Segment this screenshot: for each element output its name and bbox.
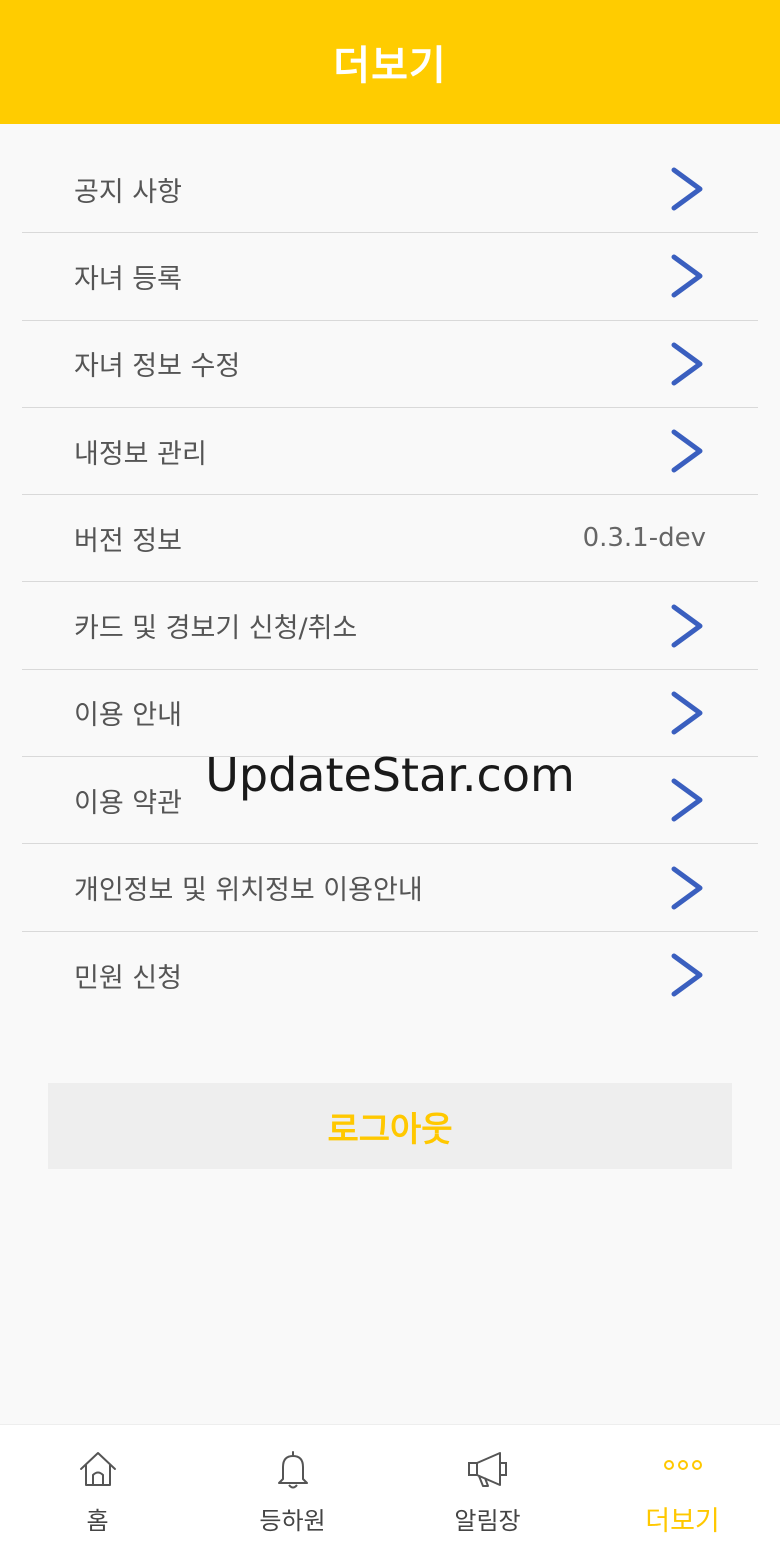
chevron-right-icon: [671, 167, 703, 211]
chevron-right-icon: [671, 778, 703, 822]
tab-attendance[interactable]: 등하원: [195, 1425, 390, 1546]
menu-item-complaint[interactable]: 민원 신청: [22, 932, 758, 1019]
page-title: 더보기: [333, 43, 447, 89]
menu-item-label: 내정보 관리: [74, 438, 207, 470]
menu-item-label: 자녀 정보 수정: [74, 351, 241, 383]
more-icon: [663, 1460, 702, 1470]
menu-item-label: 이용 약관: [74, 787, 182, 819]
chevron-right-icon: [671, 342, 703, 386]
menu-item-terms[interactable]: 이용 약관: [22, 757, 758, 845]
menu-item-label: 버전 정보: [74, 525, 182, 557]
menu-item-usage-guide[interactable]: 이용 안내: [22, 670, 758, 758]
tab-label: 알림장: [454, 1507, 521, 1535]
menu-item-version: 버전 정보 0.3.1-dev: [22, 495, 758, 583]
bell-icon: [277, 1451, 308, 1489]
home-icon: [79, 1452, 116, 1486]
chevron-right-icon: [671, 953, 703, 997]
chevron-right-icon: [671, 691, 703, 735]
menu-item-notice[interactable]: 공지 사항: [22, 146, 758, 234]
bottom-tab-bar: 홈 등하원 알림장 더보기: [0, 1424, 780, 1546]
chevron-right-icon: [671, 866, 703, 910]
version-value: 0.3.1-dev: [582, 523, 706, 554]
menu-item-label: 카드 및 경보기 신청/취소: [74, 613, 358, 645]
chevron-right-icon: [671, 254, 703, 298]
menu-item-label: 자녀 등록: [74, 263, 182, 295]
menu-item-child-edit[interactable]: 자녀 정보 수정: [22, 321, 758, 408]
menu-item-my-info[interactable]: 내정보 관리: [22, 408, 758, 496]
logout-button[interactable]: 로그아웃: [48, 1083, 732, 1169]
menu-item-card-alarm[interactable]: 카드 및 경보기 신청/취소: [22, 582, 758, 670]
tab-label: 홈: [86, 1507, 109, 1535]
menu-item-label: 개인정보 및 위치정보 이용안내: [74, 875, 423, 907]
menu-item-child-register[interactable]: 자녀 등록: [22, 233, 758, 321]
app-header: 더보기: [0, 0, 780, 124]
megaphone-icon: [467, 1452, 507, 1487]
tab-label: 등하원: [259, 1507, 326, 1535]
tab-notice-board[interactable]: 알림장: [390, 1425, 585, 1546]
menu-item-label: 민원 신청: [74, 962, 182, 994]
tab-more[interactable]: 더보기: [585, 1425, 780, 1546]
logout-label: 로그아웃: [327, 1109, 453, 1150]
menu-item-label: 이용 안내: [74, 700, 182, 732]
tab-home[interactable]: 홈: [0, 1425, 195, 1546]
menu-item-label: 공지 사항: [74, 176, 182, 208]
chevron-right-icon: [671, 604, 703, 648]
menu-list: 공지 사항 자녀 등록 자녀 정보 수정 내정보 관리 버전 정보 0.3.1-…: [22, 146, 758, 1019]
tab-label: 더보기: [645, 1506, 720, 1537]
menu-item-privacy[interactable]: 개인정보 및 위치정보 이용안내: [22, 844, 758, 932]
chevron-right-icon: [671, 429, 703, 473]
